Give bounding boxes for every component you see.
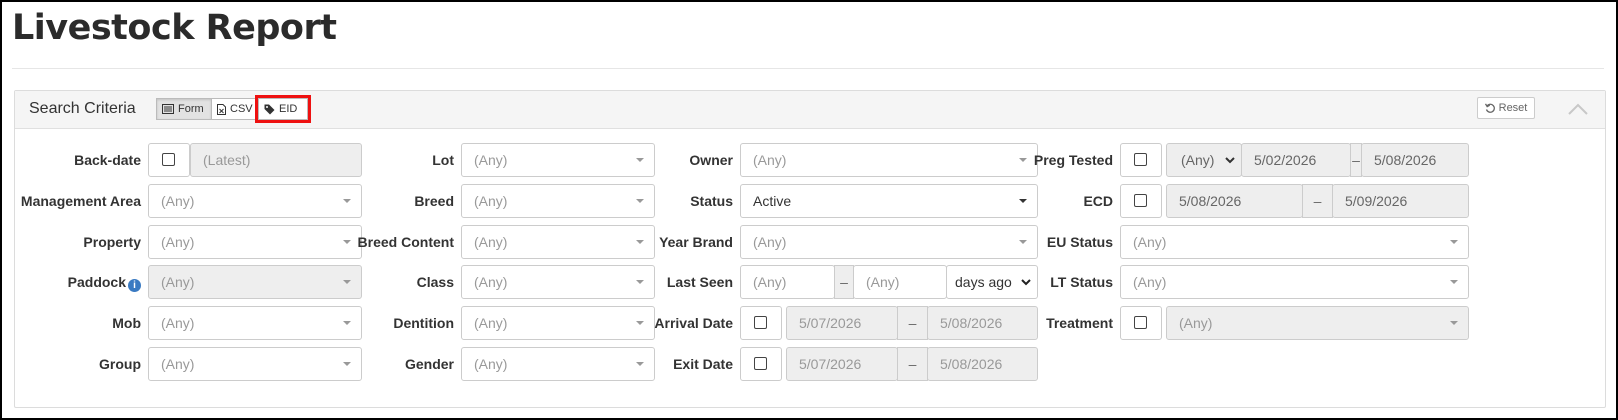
- dentition-select[interactable]: (Any): [461, 306, 655, 340]
- caret-down-icon: [343, 362, 351, 366]
- exit-date-label: Exit Date: [673, 356, 733, 372]
- property-select[interactable]: (Any): [148, 225, 362, 259]
- treatment-select[interactable]: (Any): [1166, 306, 1469, 340]
- caret-down-icon: [1450, 240, 1458, 244]
- csv-file-icon: [217, 103, 226, 115]
- owner-label: Owner: [689, 152, 733, 168]
- preg-tested-checkbox[interactable]: [1120, 143, 1162, 177]
- status-select[interactable]: Active: [740, 184, 1038, 218]
- class-select[interactable]: (Any): [461, 265, 655, 299]
- paddock-label: Paddock i: [16, 265, 141, 299]
- caret-down-icon: [343, 280, 351, 284]
- mob-select[interactable]: (Any): [148, 306, 362, 340]
- last-seen-from-input[interactable]: (Any): [740, 265, 835, 299]
- panel-header: Search Criteria Form CSV EID Reset: [15, 91, 1605, 129]
- status-label: Status: [690, 193, 733, 209]
- reset-icon: [1484, 102, 1496, 114]
- eu-status-label: EU Status: [1046, 234, 1113, 250]
- exit-date-from[interactable]: 5/07/2026: [786, 347, 898, 381]
- management-area-select[interactable]: (Any): [148, 184, 362, 218]
- ecd-checkbox[interactable]: [1120, 184, 1162, 218]
- exit-date-to[interactable]: 5/08/2026: [927, 347, 1038, 381]
- arrival-date-checkbox[interactable]: [740, 306, 782, 340]
- form-icon: [162, 104, 174, 114]
- mode-eid-label: EID: [279, 103, 298, 115]
- caret-down-icon: [1019, 199, 1027, 203]
- arrival-date-separator: –: [897, 306, 928, 340]
- management-area-label: Management Area: [20, 193, 141, 209]
- caret-down-icon: [1019, 240, 1027, 244]
- page-title: Livestock Report: [12, 8, 337, 48]
- breed-content-select[interactable]: (Any): [461, 225, 655, 259]
- group-label: Group: [99, 356, 141, 372]
- last-seen-separator: –: [834, 265, 854, 299]
- caret-down-icon: [1019, 158, 1027, 162]
- chevron-up-icon: [1568, 103, 1588, 115]
- preg-tested-to[interactable]: 5/08/2026: [1361, 143, 1469, 177]
- window-frame: Livestock Report Search Criteria Form CS…: [0, 0, 1618, 420]
- mode-eid-button[interactable]: EID: [255, 95, 311, 123]
- year-brand-label: Year Brand: [659, 234, 733, 250]
- last-seen-unit-select[interactable]: days ago: [946, 265, 1038, 299]
- caret-down-icon: [343, 240, 351, 244]
- lt-status-label: LT Status: [1050, 274, 1113, 290]
- mode-form-label: Form: [178, 103, 204, 115]
- ecd-label: ECD: [1083, 193, 1113, 209]
- gender-label: Gender: [404, 356, 454, 372]
- caret-down-icon: [343, 321, 351, 325]
- tag-icon: [264, 104, 275, 115]
- breed-select[interactable]: (Any): [461, 184, 655, 218]
- reset-label: Reset: [1498, 102, 1528, 114]
- chevron-down-icon: [1225, 156, 1235, 164]
- dentition-label: Dentition: [393, 315, 454, 331]
- eu-status-select[interactable]: (Any): [1120, 225, 1469, 259]
- backdate-checkbox[interactable]: [148, 143, 190, 177]
- arrival-date-to[interactable]: 5/08/2026: [927, 306, 1038, 340]
- exit-date-separator: –: [897, 347, 928, 381]
- caret-down-icon: [343, 199, 351, 203]
- lot-label: Lot: [432, 152, 454, 168]
- year-brand-select[interactable]: (Any): [740, 225, 1038, 259]
- info-icon[interactable]: i: [128, 279, 141, 292]
- mode-csv-label: CSV: [230, 103, 253, 115]
- preg-tested-select[interactable]: (Any): [1166, 143, 1242, 177]
- mode-form-button[interactable]: Form: [156, 98, 212, 120]
- caret-down-icon: [1450, 321, 1458, 325]
- exit-date-checkbox[interactable]: [740, 347, 782, 381]
- class-label: Class: [416, 274, 454, 290]
- last-seen-label: Last Seen: [666, 274, 733, 290]
- breed-content-label: Breed Content: [357, 234, 454, 250]
- ecd-separator: –: [1302, 184, 1333, 218]
- panel-title: Search Criteria: [29, 100, 136, 117]
- lot-select[interactable]: (Any): [461, 143, 655, 177]
- property-label: Property: [83, 234, 141, 250]
- breed-label: Breed: [414, 193, 454, 209]
- arrival-date-label: Arrival Date: [654, 315, 733, 331]
- caret-down-icon: [1450, 280, 1458, 284]
- collapse-button[interactable]: [1565, 97, 1591, 121]
- ecd-from[interactable]: 5/08/2026: [1166, 184, 1303, 218]
- chevron-down-icon: [1021, 278, 1031, 286]
- backdate-field[interactable]: (Latest): [190, 143, 362, 177]
- arrival-date-from[interactable]: 5/07/2026: [786, 306, 898, 340]
- preg-tested-label: Preg Tested: [1033, 152, 1113, 168]
- treatment-label: Treatment: [1046, 315, 1113, 331]
- gender-select[interactable]: (Any): [461, 347, 655, 381]
- last-seen-to-input[interactable]: (Any): [853, 265, 947, 299]
- ecd-to[interactable]: 5/09/2026: [1332, 184, 1469, 218]
- lt-status-select[interactable]: (Any): [1120, 265, 1469, 299]
- treatment-checkbox[interactable]: [1120, 306, 1162, 340]
- title-divider: [12, 68, 1604, 69]
- paddock-select[interactable]: (Any): [148, 265, 362, 299]
- preg-tested-from[interactable]: 5/02/2026: [1241, 143, 1351, 177]
- owner-select[interactable]: (Any): [740, 143, 1038, 177]
- mode-csv-button[interactable]: CSV: [211, 98, 259, 120]
- group-select[interactable]: (Any): [148, 347, 362, 381]
- backdate-label: Back-date: [74, 152, 141, 168]
- reset-button[interactable]: Reset: [1477, 97, 1535, 119]
- mob-label: Mob: [112, 315, 141, 331]
